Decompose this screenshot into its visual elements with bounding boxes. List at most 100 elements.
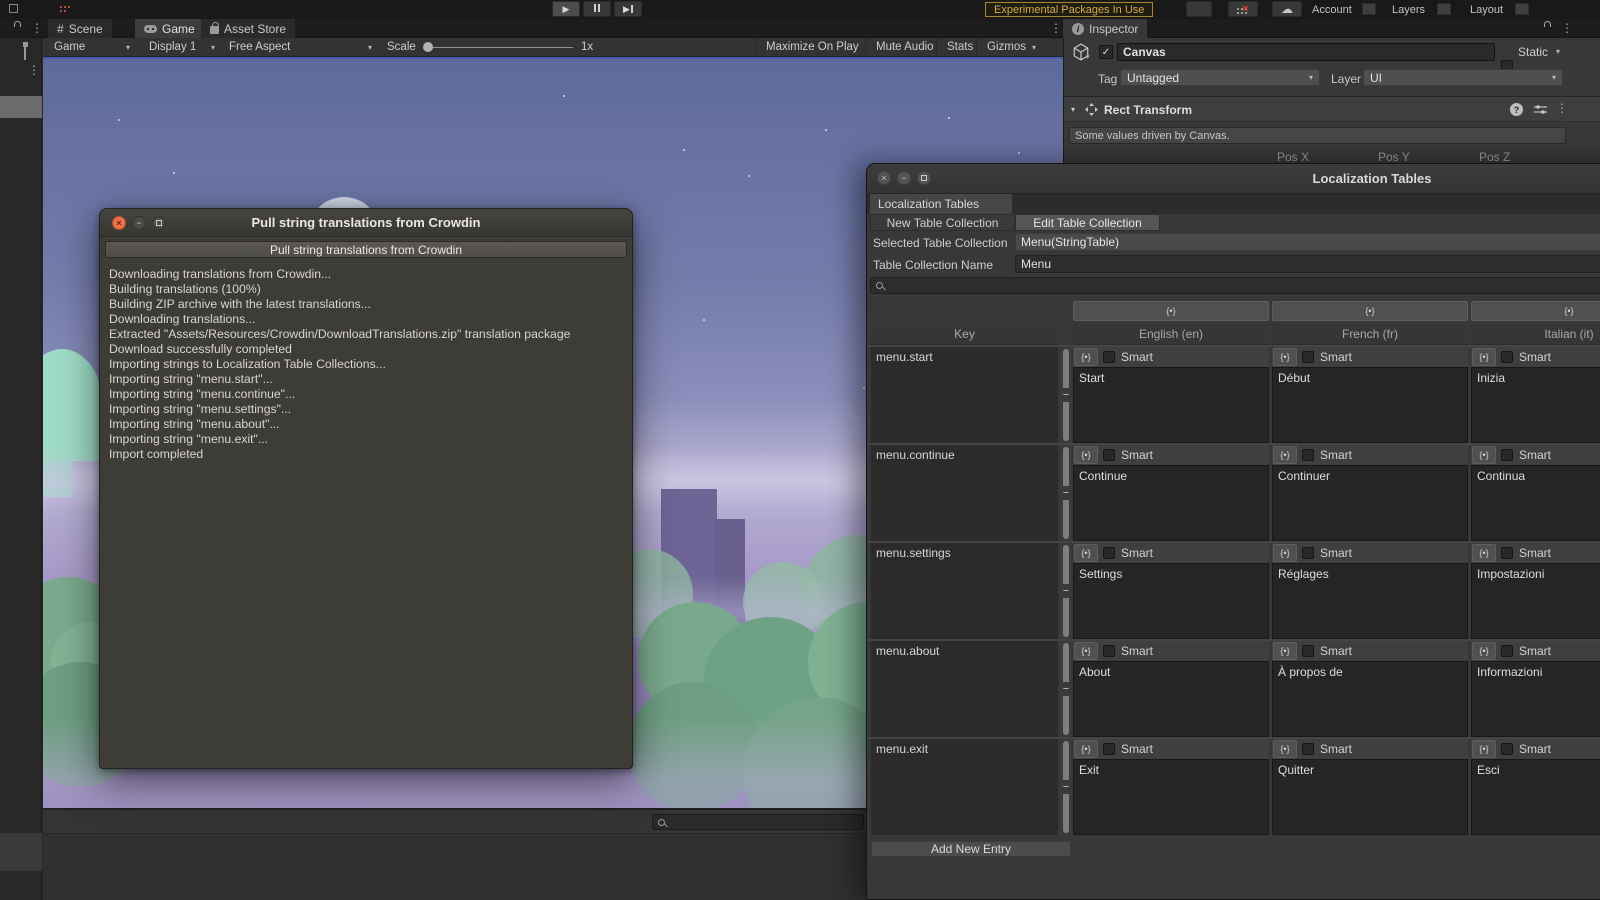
french-column-header[interactable]: French (fr) [1272,323,1468,345]
maximize-on-play-toggle[interactable]: Maximize On Play [755,38,859,56]
scale-slider-track[interactable] [425,47,573,48]
translation-field[interactable]: About [1073,661,1269,737]
italian-column-header[interactable]: Italian (it) [1471,323,1600,345]
smart-checkbox[interactable] [1302,547,1314,559]
panel-menu-icon[interactable]: ⋮ [31,22,43,34]
remove-entry-button[interactable]: − [1060,780,1072,794]
translation-field[interactable]: Continua [1471,465,1600,541]
smart-checkbox[interactable] [1302,645,1314,657]
translation-field[interactable]: Impostazioni [1471,563,1600,639]
metadata-button[interactable]: {•} [1074,740,1098,758]
account-dropdown-box[interactable] [1362,3,1376,15]
inspector-menu-icon[interactable]: ⋮ [1561,22,1573,34]
game-mode-dropdown[interactable]: Game ▾ [48,38,136,56]
remove-entry-button[interactable]: − [1060,486,1072,500]
layer-dropdown[interactable]: UI ▾ [1363,69,1563,86]
metadata-button[interactable]: {•} [1273,544,1297,562]
smart-checkbox[interactable] [1302,351,1314,363]
selected-table-field[interactable]: Menu(StringTable) [1015,233,1600,251]
dialog-titlebar[interactable]: × − Pull string translations from Crowdi… [100,209,632,237]
smart-checkbox[interactable] [1103,645,1115,657]
new-table-collection-button[interactable]: New Table Collection [870,214,1015,231]
translation-field[interactable]: Start [1073,367,1269,443]
metadata-button[interactable]: {•} [1074,544,1098,562]
layers-dropdown-box[interactable] [1437,3,1451,15]
smart-checkbox[interactable] [1501,351,1513,363]
translation-field[interactable]: Settings [1073,563,1269,639]
collab-button[interactable]: × [1228,1,1258,17]
component-menu-icon[interactable]: ⋮ [1556,102,1568,114]
edit-table-collection-button[interactable]: Edit Table Collection [1015,214,1160,231]
sidebar-menu-icon[interactable]: ⋮ [28,64,40,76]
help-icon[interactable]: ? [1510,103,1523,116]
key-cell[interactable]: menu.exit [871,739,1058,835]
metadata-button[interactable]: {•} [1074,642,1098,660]
smart-checkbox[interactable] [1103,351,1115,363]
pull-translations-button[interactable]: Pull string translations from Crowdin [105,241,627,258]
table-name-field[interactable]: Menu [1015,255,1600,273]
smart-checkbox[interactable] [1501,743,1513,755]
remove-entry-button[interactable]: − [1060,682,1072,696]
translation-field[interactable]: Continue [1073,465,1269,541]
translation-field[interactable]: Quitter [1272,759,1468,835]
popout-icon[interactable] [24,44,26,60]
translation-field[interactable]: Exit [1073,759,1269,835]
tab-scene[interactable]: # Scene [48,19,112,38]
play-button[interactable]: ▶ [552,1,580,17]
key-column-header[interactable]: Key [871,323,1058,345]
tab-inspector[interactable]: i Inspector [1063,19,1148,38]
translation-field[interactable]: À propos de [1272,661,1468,737]
active-tool-icon[interactable] [56,3,86,16]
key-cell[interactable]: menu.continue [871,445,1058,541]
metadata-button[interactable]: {•} [1472,348,1496,366]
presets-icon[interactable] [1534,104,1547,115]
column-metadata-button[interactable]: {•} [1272,301,1468,321]
rect-transform-header[interactable]: ▾ Rect Transform ? ⋮ [1064,96,1600,122]
stats-toggle[interactable]: Stats [936,38,973,56]
translation-field[interactable]: Réglages [1272,563,1468,639]
metadata-button[interactable]: {•} [1273,642,1297,660]
cloud-button[interactable]: ☁ [1272,1,1302,17]
collapsed-panel-handle[interactable] [0,96,42,118]
metadata-button[interactable]: {•} [1273,446,1297,464]
smart-checkbox[interactable] [1501,645,1513,657]
tab-game[interactable]: Game [135,19,204,38]
step-button[interactable]: ▶ [614,1,642,17]
smart-checkbox[interactable] [1501,547,1513,559]
icon-fold-arrow[interactable]: ▾ [1086,53,1090,61]
tag-dropdown[interactable]: Untagged ▾ [1120,69,1320,86]
layout-dropdown[interactable]: Layout [1470,4,1503,16]
tab-localization-tables[interactable]: Localization Tables [870,194,1012,214]
snap-grid-icon[interactable] [9,4,18,13]
translation-field[interactable]: Esci [1471,759,1600,835]
remove-entry-button[interactable]: − [1060,584,1072,598]
metadata-button[interactable]: {•} [1472,446,1496,464]
preview-packages-button[interactable] [1186,1,1212,17]
game-panel-menu-icon[interactable]: ⋮ [1050,22,1062,34]
key-cell[interactable]: menu.about [871,641,1058,737]
metadata-button[interactable]: {•} [1472,544,1496,562]
translation-field[interactable]: Début [1272,367,1468,443]
account-dropdown[interactable]: Account [1312,4,1352,16]
column-metadata-button[interactable]: {•} [1471,301,1600,321]
column-metadata-button[interactable]: {•} [1073,301,1269,321]
smart-checkbox[interactable] [1501,449,1513,461]
scale-slider-knob[interactable] [423,42,433,52]
metadata-button[interactable]: {•} [1472,740,1496,758]
key-cell[interactable]: menu.settings [871,543,1058,639]
translation-field[interactable]: Continuer [1272,465,1468,541]
metadata-button[interactable]: {•} [1074,446,1098,464]
static-dropdown-arrow[interactable]: ▾ [1556,47,1560,56]
mute-audio-toggle[interactable]: Mute Audio [865,38,934,56]
search-input[interactable] [652,814,864,830]
add-new-entry-button[interactable]: Add New Entry [871,841,1071,857]
active-checkbox[interactable]: ✓ [1099,45,1113,59]
metadata-button[interactable]: {•} [1074,348,1098,366]
object-name-field[interactable]: Canvas [1117,43,1495,61]
remove-entry-button[interactable]: − [1060,388,1072,402]
smart-checkbox[interactable] [1103,743,1115,755]
tab-asset-store[interactable]: Asset Store [201,19,296,38]
metadata-button[interactable]: {•} [1273,740,1297,758]
pause-button[interactable] [583,1,611,17]
component-fold-arrow[interactable]: ▾ [1071,105,1075,114]
